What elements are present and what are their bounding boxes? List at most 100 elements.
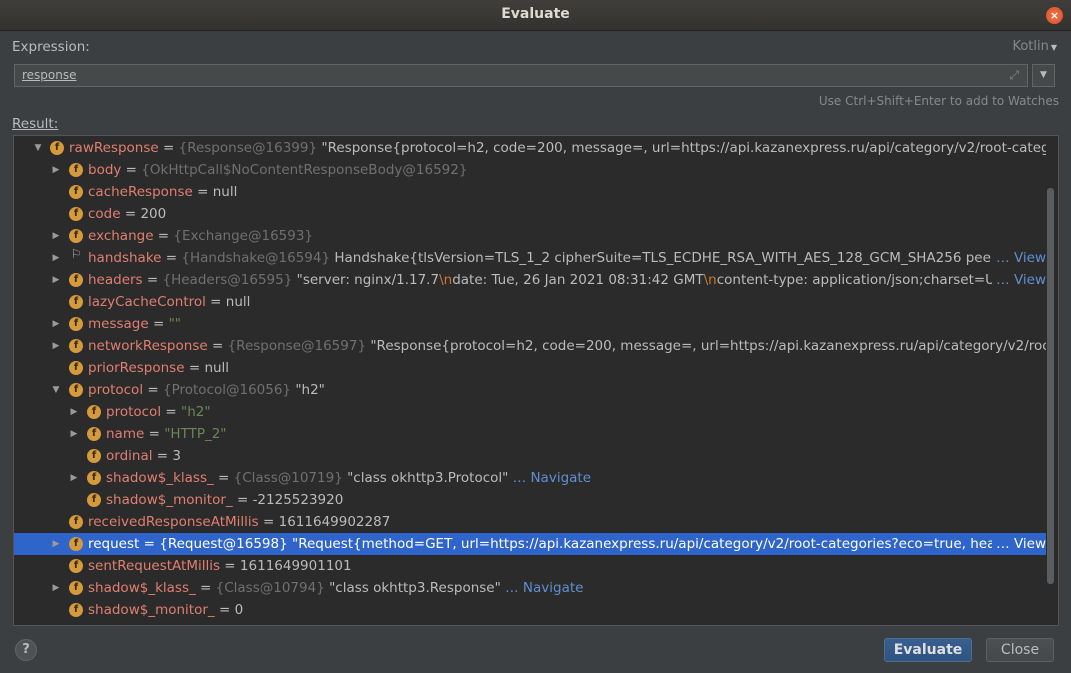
flag-icon: ⚐ (70, 247, 82, 261)
evaluate-button[interactable]: Evaluate (884, 638, 972, 662)
tree-row[interactable]: ▶ f message = "" (14, 313, 1046, 335)
equals-sign: = (232, 492, 253, 508)
tree-row[interactable]: f lazyCacheControl = null (14, 291, 1046, 313)
tree-row[interactable]: f shadow$_monitor_ = 0 (14, 599, 1046, 621)
tree-row-text: shadow$_klass_ = {Class@10794} "class ok… (88, 577, 583, 599)
field-value[interactable]: … Navigate (508, 470, 591, 486)
expand-arrow-icon[interactable]: ▶ (51, 533, 61, 555)
tree-row-partial (14, 621, 1046, 625)
tree-row-text: lazyCacheControl = null (88, 291, 250, 313)
equals-sign: = (152, 448, 173, 464)
field-value: null (212, 184, 238, 200)
object-ref: {OkHttpCall$NoContentResponseBody@16592} (141, 162, 468, 178)
tree-row[interactable]: ▶ f name = "HTTP_2" (14, 423, 1046, 445)
tree-row[interactable]: f shadow$_monitor_ = -2125523920 (14, 489, 1046, 511)
close-window-icon[interactable]: × (1046, 7, 1063, 24)
expand-arrow-icon[interactable]: ▶ (51, 269, 61, 291)
field-value: \n (439, 272, 453, 288)
expression-input[interactable]: response ⤢ (14, 64, 1028, 87)
equals-sign: = (144, 426, 165, 442)
expand-arrow-icon[interactable]: ▶ (51, 225, 61, 247)
field-value: "class okhttp3.Protocol" (347, 470, 509, 486)
equals-sign: = (258, 514, 279, 530)
tree-row[interactable]: ▼ f protocol = {Protocol@16056} "h2" (14, 379, 1046, 401)
expand-arrow-icon[interactable]: ▶ (51, 159, 61, 181)
tree-row-text: networkResponse = {Response@16597} "Resp… (88, 335, 1046, 357)
tree-row-text: headers = {Headers@16595} "server: nginx… (88, 269, 1025, 291)
tree-row-text: code = 200 (88, 203, 166, 225)
tree-row-text: priorResponse = null (88, 357, 229, 379)
tree-row[interactable]: ▶ f shadow$_klass_ = {Class@10794} "class … (14, 577, 1046, 599)
field-name: request (88, 536, 140, 552)
expand-arrow-icon[interactable]: ▶ (69, 467, 79, 489)
field-icon: f (69, 185, 83, 199)
expand-arrow-icon[interactable]: ▶ (51, 577, 61, 599)
tree-row-text: protocol = "h2" (106, 401, 211, 423)
equals-sign: = (120, 206, 141, 222)
field-icon: f (87, 471, 101, 485)
view-link[interactable]: … View (992, 533, 1046, 555)
field-name: sentRequestAtMillis (88, 558, 221, 574)
expand-arrow-icon[interactable]: ▶ (69, 423, 79, 445)
expand-icon[interactable]: ⤢ (1009, 68, 1019, 83)
equals-sign: = (161, 250, 182, 266)
field-icon: f (69, 295, 83, 309)
expand-arrow-icon[interactable]: ▶ (69, 401, 79, 423)
tree-row-text: body = {OkHttpCall$NoContentResponseBody… (88, 159, 467, 181)
field-value: \n (703, 272, 717, 288)
result-tree[interactable]: ▼ f rawResponse = {Response@16399} "Respon… (13, 135, 1059, 626)
language-selector[interactable]: Kotlin ▼ (1012, 39, 1057, 54)
collapse-arrow-icon[interactable]: ▼ (33, 137, 43, 159)
chevron-down-icon: ▼ (1050, 43, 1057, 52)
tree-row[interactable]: ▶ f headers = {Headers@16595} "server: ngi… (14, 269, 1046, 291)
vertical-scrollbar[interactable] (1047, 188, 1054, 584)
object-ref: {Headers@16595} (162, 272, 297, 288)
tree-row[interactable]: ▶ f networkResponse = {Response@16597} "Re… (14, 335, 1046, 357)
field-name: shadow$_klass_ (88, 580, 196, 596)
tree-row[interactable]: ▶ f protocol = "h2" (14, 401, 1046, 423)
object-ref: {Response@16597} (227, 338, 371, 354)
field-name: exchange (88, 228, 154, 244)
tree-row[interactable]: ▶ ⚐ handshake = {Handshake@16594} Handshak… (14, 247, 1046, 269)
field-name: rawResponse (69, 140, 159, 156)
field-value: 0 (234, 602, 244, 618)
field-value: null (225, 294, 251, 310)
field-value[interactable]: … Navigate (501, 580, 583, 596)
equals-sign: = (192, 184, 213, 200)
tree-row[interactable]: ▶ f shadow$_klass_ = {Class@10719} "class … (14, 467, 1046, 489)
history-dropdown-button[interactable]: ▼ (1032, 64, 1055, 87)
tree-row[interactable]: f receivedResponseAtMillis = 161164990228… (14, 511, 1046, 533)
expand-arrow-icon[interactable]: ▶ (51, 335, 61, 357)
field-icon: f (69, 603, 83, 617)
expand-arrow-icon[interactable]: ▶ (51, 313, 61, 335)
tree-row[interactable]: ▶ f exchange = {Exchange@16593} (14, 225, 1046, 247)
tree-row-text: name = "HTTP_2" (106, 423, 227, 445)
tree-row[interactable]: f cacheResponse = null (14, 181, 1046, 203)
help-button[interactable]: ? (15, 639, 37, 661)
expand-arrow-icon[interactable]: ▶ (51, 247, 61, 269)
object-ref: {Response@16399} (178, 140, 322, 156)
view-link[interactable]: … View (992, 247, 1046, 269)
tree-row-text: cacheResponse = null (88, 181, 237, 203)
tree-row[interactable]: ▼ f rawResponse = {Response@16399} "Respon… (14, 137, 1046, 159)
tree-row-text: shadow$_monitor_ = -2125523920 (106, 489, 343, 511)
tree-row[interactable]: f sentRequestAtMillis = 1611649901101 (14, 555, 1046, 577)
view-link[interactable]: … View (992, 269, 1046, 291)
equals-sign: = (153, 228, 174, 244)
field-name: headers (88, 272, 143, 288)
field-icon: f (69, 207, 83, 221)
field-value: "HTTP_2" (164, 426, 227, 442)
tree-row[interactable]: f code = 200 (14, 203, 1046, 225)
field-icon: f (69, 339, 83, 353)
object-ref: {Request@16598} (159, 536, 292, 552)
tree-row[interactable]: f ordinal = 3 (14, 445, 1046, 467)
tree-row[interactable]: f priorResponse = null (14, 357, 1046, 379)
tree-row[interactable]: ▶ f body = {OkHttpCall$NoContentResponseBo… (14, 159, 1046, 181)
expression-value[interactable]: response (22, 68, 77, 82)
collapse-arrow-icon[interactable]: ▼ (51, 379, 61, 401)
tree-row[interactable]: ▶ f request = {Request@16598} "Request{met… (14, 533, 1046, 555)
close-button[interactable]: Close (986, 638, 1054, 662)
field-name: ordinal (106, 448, 153, 464)
equals-sign: = (205, 294, 226, 310)
field-name: message (88, 316, 149, 332)
